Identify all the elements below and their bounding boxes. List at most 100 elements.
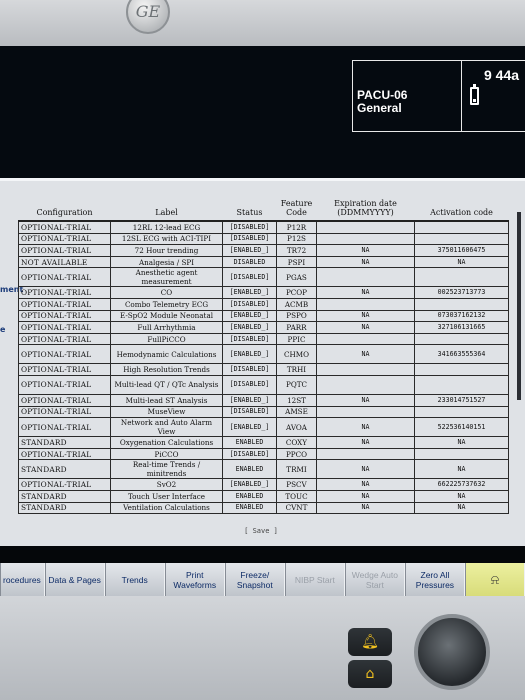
row-expiration-date: NA	[316, 417, 415, 438]
row-feature-code: PPCO	[276, 447, 317, 461]
main-menu-bar: rocedures Data & Pages Trends Print Wavefor…	[0, 563, 525, 596]
menu-button-data-pages[interactable]: Data & Pages	[44, 563, 105, 596]
row-configuration: OPTIONAL-TRIAL	[18, 393, 111, 407]
table-row[interactable]: OPTIONAL-TRIAL E-SpO2 Module Neonatal [ENA…	[18, 309, 509, 323]
menu-button-nibp-start[interactable]: NIBP Start	[284, 563, 345, 596]
menu-button-rocedures[interactable]: rocedures	[0, 563, 45, 596]
row-feature-code: TOUC	[276, 489, 317, 503]
row-activation-code: 341663555364	[414, 344, 509, 365]
row-expiration-date: NA	[316, 286, 415, 299]
monitor-bottom-bezel: 🔔︎ ⌂	[0, 596, 525, 700]
row-label: Combo Telemetry ECG	[110, 297, 223, 311]
row-status: [DISABLED]	[222, 232, 277, 246]
table-row[interactable]: OPTIONAL-TRIAL SvO2 [ENABLED_] PSCV NA 662225…	[18, 478, 509, 491]
row-configuration: OPTIONAL-TRIAL	[18, 447, 111, 461]
menu-button-print-waveforms[interactable]: Print Waveforms	[164, 563, 225, 596]
table-row[interactable]: OPTIONAL-TRIAL High Resolution Trends [DIS…	[18, 363, 509, 376]
row-feature-code: CHMO	[276, 344, 317, 365]
row-configuration: OPTIONAL-TRIAL	[18, 405, 111, 419]
row-activation-code: 327106131665	[414, 321, 509, 334]
clock: 9 44a	[484, 67, 520, 83]
row-activation-code	[414, 374, 509, 395]
trim-knob[interactable]	[414, 614, 490, 690]
row-status: [ENABLED_]	[222, 286, 277, 299]
row-label: Touch User Interface	[110, 489, 223, 503]
row-feature-code: TRHI	[276, 363, 317, 376]
table-row[interactable]: OPTIONAL-TRIAL Full Arrhythmia [ENABLED_] P…	[18, 321, 509, 334]
row-status: ENABLED	[222, 489, 277, 503]
location-box[interactable]: PACU-06 General	[352, 60, 462, 132]
table-row[interactable]: OPTIONAL-TRIAL Multi-lead ST Analysis [ENA…	[18, 393, 509, 407]
status-box: 9 44a	[462, 60, 525, 132]
row-expiration-date	[316, 220, 415, 234]
row-configuration: STANDARD	[18, 459, 111, 480]
row-expiration-date: NA	[316, 436, 415, 449]
menu-button-freeze-snapshot[interactable]: Freeze/ Snapshot	[224, 563, 285, 596]
alarm-bell-icon: ⍾	[490, 571, 500, 587]
row-configuration: OPTIONAL-TRIAL	[18, 267, 111, 288]
waveform-area: PACU-06 General 9 44a	[0, 46, 525, 178]
row-configuration: OPTIONAL-TRIAL	[18, 363, 111, 376]
row-activation-code: 073037162132	[414, 309, 509, 323]
row-feature-code: PSPO	[276, 309, 317, 323]
scrollbar[interactable]	[517, 212, 521, 400]
table-row[interactable]: OPTIONAL-TRIAL 12RL 12-lead ECG [DISABLED]…	[18, 220, 509, 234]
table-row[interactable]: OPTIONAL-TRIAL CO [ENABLED_] PCOP NA 00252371…	[18, 286, 509, 299]
table-row[interactable]: STANDARD Touch User Interface ENABLED TOUC N…	[18, 489, 509, 503]
row-expiration-date	[316, 332, 415, 346]
menu-button-zero-all-pressures[interactable]: Zero All Pressures	[404, 563, 465, 596]
row-expiration-date	[316, 363, 415, 376]
software-options-table: Configuration Label Status Feature Code …	[18, 193, 509, 515]
table-row[interactable]: STANDARD Real-time Trends / minitrends ENA…	[18, 459, 509, 480]
row-status: [DISABLED]	[222, 267, 277, 288]
table-row[interactable]: NOT AVAILABLE Analgesia / SPI DISABLED PSPI…	[18, 255, 509, 269]
row-activation-code	[414, 220, 509, 234]
table-row[interactable]: STANDARD Oxygenation Calculations ENABLED C…	[18, 436, 509, 449]
alarm-menu-button[interactable]: ⍾	[464, 563, 525, 596]
row-status: DISABLED	[222, 255, 277, 269]
row-activation-code	[414, 267, 509, 288]
alarm-silence-button[interactable]: 🔔︎	[348, 628, 392, 656]
row-activation-code: NA	[414, 436, 509, 449]
column-header: Label	[110, 193, 223, 222]
table-row[interactable]: STANDARD Ventilation Calculations ENABLED C…	[18, 501, 509, 515]
save-button[interactable]: [ Save ]	[226, 527, 296, 535]
table-row[interactable]: OPTIONAL-TRIAL MuseView [DISABLED] AMSE	[18, 405, 509, 419]
row-expiration-date	[316, 267, 415, 288]
table-row[interactable]: OPTIONAL-TRIAL FullPiCCO [DISABLED] PPIC	[18, 332, 509, 346]
menu-button-wedge-auto-start[interactable]: Wedge Auto Start	[344, 563, 405, 596]
row-activation-code: 662225737632	[414, 478, 509, 491]
row-label: Network and Auto Alarm View	[110, 417, 223, 438]
menu-button-trends[interactable]: Trends	[104, 563, 165, 596]
row-activation-code: NA	[414, 459, 509, 480]
table-row[interactable]: OPTIONAL-TRIAL Hemodynamic Calculations [E…	[18, 344, 509, 365]
table-row[interactable]: OPTIONAL-TRIAL 72 Hour trending [ENABLED_]…	[18, 244, 509, 257]
row-label: E-SpO2 Module Neonatal	[110, 309, 223, 323]
row-activation-code: 002523713773	[414, 286, 509, 299]
battery-icon	[470, 84, 479, 105]
table-row[interactable]: OPTIONAL-TRIAL Combo Telemetry ECG [DISABL…	[18, 297, 509, 311]
row-status: [ENABLED_]	[222, 344, 277, 365]
row-label: Analgesia / SPI	[110, 255, 223, 269]
row-expiration-date: NA	[316, 309, 415, 323]
table-row[interactable]: OPTIONAL-TRIAL PiCCO [DISABLED] PPCO	[18, 447, 509, 461]
row-label: Multi-lead ST Analysis	[110, 393, 223, 407]
row-activation-code	[414, 332, 509, 346]
row-configuration: OPTIONAL-TRIAL	[18, 478, 111, 491]
row-activation-code	[414, 405, 509, 419]
home-button[interactable]: ⌂	[348, 660, 392, 688]
row-feature-code: TRMI	[276, 459, 317, 480]
row-feature-code: PPIC	[276, 332, 317, 346]
row-label: Ventilation Calculations	[110, 501, 223, 515]
table-row[interactable]: OPTIONAL-TRIAL 12SL ECG with ACI-TIPI [DIS…	[18, 232, 509, 246]
column-header: Expiration date (DDMMYYYY)	[316, 193, 415, 222]
alarm-silence-icon: 🔔︎	[361, 634, 379, 650]
row-feature-code: AVOA	[276, 417, 317, 438]
row-feature-code: P12S	[276, 232, 317, 246]
table-row[interactable]: OPTIONAL-TRIAL Network and Auto Alarm Vie…	[18, 417, 509, 438]
row-expiration-date: NA	[316, 459, 415, 480]
row-label: CO	[110, 286, 223, 299]
row-feature-code: PGAS	[276, 267, 317, 288]
table-row[interactable]: OPTIONAL-TRIAL Multi-lead QT / QTc Analys…	[18, 374, 509, 395]
table-row[interactable]: OPTIONAL-TRIAL Anesthetic agent measureme…	[18, 267, 509, 288]
